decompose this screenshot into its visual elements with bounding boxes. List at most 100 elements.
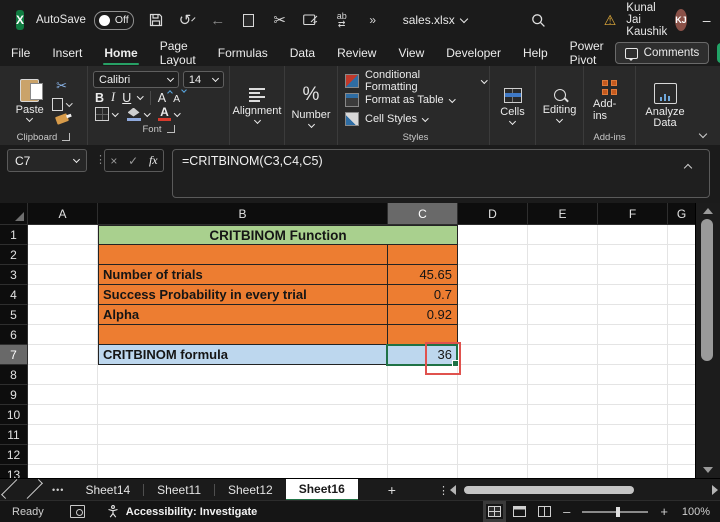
cell[interactable] — [28, 245, 98, 265]
cut-icon[interactable]: ✂ — [272, 12, 288, 29]
cell[interactable] — [598, 305, 668, 325]
ribbon-collapse-icon[interactable] — [698, 129, 708, 139]
tab-insert[interactable]: Insert — [41, 40, 93, 66]
cell[interactable] — [528, 365, 598, 385]
clipboard-dialog-launcher[interactable] — [62, 132, 71, 141]
cell[interactable] — [668, 225, 696, 245]
cell-styles-button[interactable]: Cell Styles — [345, 110, 486, 128]
copy-button[interactable] — [51, 94, 73, 111]
next-sheet-icon[interactable] — [23, 479, 43, 499]
cells-group[interactable]: Cells — [490, 66, 536, 145]
collapse-formula-bar-icon[interactable] — [683, 163, 693, 173]
macro-record-icon[interactable] — [69, 505, 85, 518]
cell[interactable] — [528, 345, 598, 365]
cell[interactable] — [598, 245, 668, 265]
cell[interactable] — [528, 325, 598, 345]
font-color-button[interactable]: A — [158, 106, 181, 121]
cell[interactable] — [28, 345, 98, 365]
cell[interactable] — [458, 385, 528, 405]
cell[interactable] — [28, 445, 98, 465]
cell[interactable] — [98, 385, 388, 405]
normal-view-icon[interactable] — [483, 501, 507, 522]
tab-formulas[interactable]: Formulas — [207, 40, 279, 66]
select-all-corner[interactable] — [0, 203, 28, 225]
cell[interactable] — [458, 325, 528, 345]
zoom-level[interactable]: 100% — [680, 506, 710, 518]
font-name-select[interactable]: Calibri — [93, 71, 179, 88]
cell[interactable] — [598, 425, 668, 445]
cell[interactable] — [28, 405, 98, 425]
cell[interactable] — [528, 245, 598, 265]
col-header-G[interactable]: G — [668, 203, 696, 225]
increase-font-button[interactable]: A — [158, 89, 173, 105]
cell[interactable] — [388, 365, 458, 385]
tab-home[interactable]: Home — [93, 40, 148, 66]
cell[interactable] — [28, 425, 98, 445]
row-header-1[interactable]: 1 — [0, 225, 28, 245]
cell-B5[interactable]: Alpha — [98, 305, 388, 325]
search-icon[interactable] — [531, 12, 546, 28]
tab-help[interactable]: Help — [512, 40, 559, 66]
tab-view[interactable]: View — [387, 40, 435, 66]
cell[interactable] — [388, 465, 458, 478]
cell[interactable] — [28, 365, 98, 385]
cell[interactable] — [28, 465, 98, 478]
zoom-in-icon[interactable]: + — [660, 504, 668, 519]
cell[interactable] — [598, 405, 668, 425]
cell-B2[interactable] — [98, 245, 388, 265]
undo-icon[interactable]: ↺ — [179, 12, 197, 29]
cell[interactable] — [668, 405, 696, 425]
paste-button[interactable]: Paste — [16, 79, 44, 123]
cell-B6[interactable] — [98, 325, 388, 345]
cell[interactable] — [458, 365, 528, 385]
col-header-F[interactable]: F — [598, 203, 668, 225]
cell[interactable] — [528, 445, 598, 465]
row-header-10[interactable]: 10 — [0, 405, 28, 425]
cell[interactable] — [28, 225, 98, 245]
cell[interactable] — [388, 405, 458, 425]
cell[interactable] — [528, 405, 598, 425]
document-title[interactable]: sales.xlsx — [403, 13, 468, 27]
row-header-8[interactable]: 8 — [0, 365, 28, 385]
cell[interactable] — [668, 365, 696, 385]
zoom-slider-knob[interactable] — [616, 506, 620, 517]
addins-button[interactable]: Add-ins — [587, 70, 632, 130]
vertical-scrollbar[interactable] — [695, 203, 720, 478]
tab-power-pivot[interactable]: Power Pivot — [559, 39, 615, 67]
replace-icon[interactable]: ab ⇄ — [334, 12, 350, 29]
cell[interactable] — [98, 365, 388, 385]
italic-button[interactable]: I — [111, 90, 115, 105]
cell[interactable] — [388, 385, 458, 405]
cell-B4[interactable]: Success Probability in every trial — [98, 285, 388, 305]
vertical-scroll-thumb[interactable] — [701, 219, 713, 361]
cell[interactable] — [668, 245, 696, 265]
cell[interactable] — [458, 265, 528, 285]
cell[interactable] — [528, 465, 598, 478]
cell-C4[interactable]: 0.7 — [388, 285, 458, 305]
insert-function-icon[interactable]: fx — [149, 153, 158, 168]
editing-group[interactable]: Editing — [536, 66, 584, 145]
cell[interactable] — [458, 405, 528, 425]
cell[interactable] — [28, 265, 98, 285]
font-dialog-launcher[interactable] — [166, 124, 175, 133]
qat-overflow-icon[interactable]: » — [365, 12, 381, 28]
cell[interactable] — [668, 345, 696, 365]
cell[interactable] — [28, 305, 98, 325]
zoom-slider[interactable] — [582, 506, 649, 517]
format-painter-button[interactable] — [54, 112, 69, 125]
horizontal-scroll-thumb[interactable] — [464, 486, 634, 494]
cell-B7[interactable]: CRITBINOM formula — [98, 345, 388, 365]
row-header-9[interactable]: 9 — [0, 385, 28, 405]
cell[interactable] — [528, 385, 598, 405]
font-size-select[interactable]: 14 — [182, 71, 224, 88]
cell[interactable] — [598, 285, 668, 305]
cell[interactable] — [668, 285, 696, 305]
borders-button[interactable] — [95, 107, 119, 121]
scroll-left-icon[interactable] — [450, 485, 456, 495]
new-sheet-button[interactable]: + — [388, 482, 396, 498]
analyze-data-button[interactable]: Analyze Data — [639, 70, 691, 145]
row-header-5[interactable]: 5 — [0, 305, 28, 325]
col-header-C[interactable]: C — [388, 203, 458, 225]
cell[interactable] — [458, 425, 528, 445]
cell[interactable] — [98, 445, 388, 465]
